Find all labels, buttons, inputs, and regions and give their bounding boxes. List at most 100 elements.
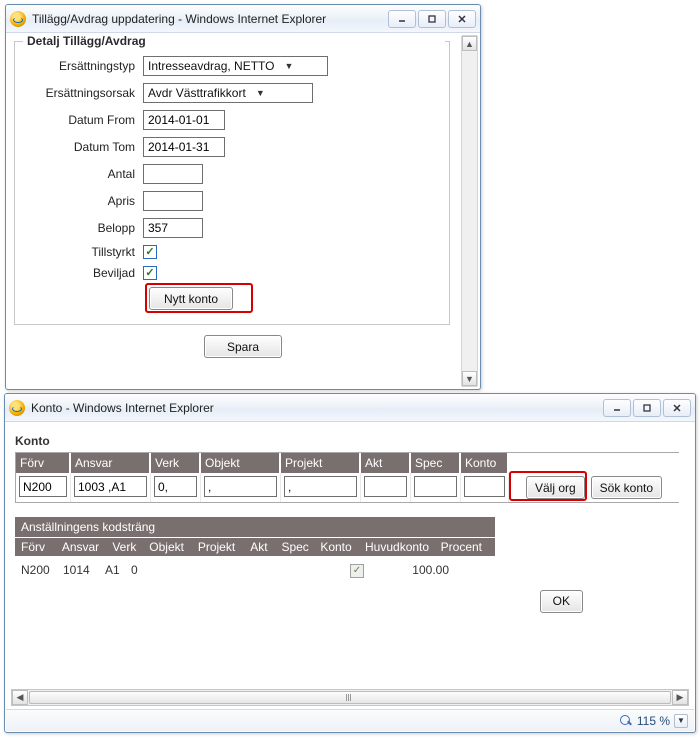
col-verk: Verk bbox=[151, 453, 201, 473]
window-tillagg-avdrag: Tillägg/Avdrag uppdatering - Windows Int… bbox=[5, 4, 481, 390]
window-title: Konto - Windows Internet Explorer bbox=[31, 401, 603, 415]
scroll-thumb[interactable] bbox=[29, 691, 671, 704]
maximize-button[interactable] bbox=[418, 10, 446, 28]
chevron-down-icon: ▼ bbox=[256, 88, 265, 98]
input-spec[interactable] bbox=[414, 476, 457, 497]
col-actions bbox=[509, 453, 679, 473]
input-datum-from[interactable] bbox=[143, 110, 225, 130]
nytt-konto-button[interactable]: Nytt konto bbox=[149, 287, 233, 310]
h-akt: Akt bbox=[250, 540, 275, 554]
close-button[interactable] bbox=[448, 10, 476, 28]
h-huvudkonto: Huvudkonto bbox=[365, 540, 435, 554]
konto-panel-title: Konto bbox=[15, 434, 695, 448]
maximize-button[interactable] bbox=[633, 399, 661, 417]
scroll-up-button[interactable]: ▲ bbox=[462, 36, 477, 51]
col-spec: Spec bbox=[411, 453, 461, 473]
select-value: Intresseavdrag, NETTO bbox=[148, 59, 275, 73]
ie-icon bbox=[9, 400, 25, 416]
chevron-down-icon: ▼ bbox=[285, 61, 294, 71]
col-akt: Akt bbox=[361, 453, 411, 473]
minimize-button[interactable] bbox=[388, 10, 416, 28]
col-objekt: Objekt bbox=[201, 453, 281, 473]
input-antal[interactable] bbox=[143, 164, 203, 184]
select-ersattningsorsak[interactable]: Avdr Västtrafikkort ▼ bbox=[143, 83, 313, 103]
label-datum-tom: Datum Tom bbox=[21, 140, 143, 154]
label-ersattningstyp: Ersättningstyp bbox=[21, 59, 143, 73]
window-konto: Konto - Windows Internet Explorer Konto … bbox=[4, 393, 696, 733]
check-icon: ✓ bbox=[145, 268, 154, 279]
label-beviljad: Beviljad bbox=[21, 266, 143, 280]
h-objekt: Objekt bbox=[149, 540, 192, 554]
minimize-button[interactable] bbox=[603, 399, 631, 417]
label-tillstyrkt: Tillstyrkt bbox=[21, 245, 143, 259]
input-datum-tom[interactable] bbox=[143, 137, 225, 157]
anst-data-row: N200 1014 A1 0 ✓ 100.00 bbox=[15, 558, 495, 582]
zoom-level: 115 % bbox=[637, 714, 670, 728]
h-projekt: Projekt bbox=[198, 540, 244, 554]
titlebar[interactable]: Tillägg/Avdrag uppdatering - Windows Int… bbox=[6, 5, 480, 33]
col-forv: Förv bbox=[16, 453, 71, 473]
scroll-right-button[interactable]: ▶ bbox=[672, 690, 688, 705]
titlebar[interactable]: Konto - Windows Internet Explorer bbox=[5, 394, 695, 422]
window-body: Konto Förv Ansvar Verk Objekt Projekt Ak… bbox=[5, 422, 695, 710]
window-controls bbox=[388, 10, 476, 28]
d-ansvar: 1014 bbox=[63, 563, 99, 577]
label-belopp: Belopp bbox=[21, 221, 143, 235]
anst-title: Anställningens kodsträng bbox=[15, 517, 495, 537]
window-controls bbox=[603, 399, 691, 417]
window-title: Tillägg/Avdrag uppdatering - Windows Int… bbox=[32, 12, 388, 26]
konto-table: Förv Ansvar Verk Objekt Projekt Akt Spec… bbox=[15, 452, 679, 503]
d-verk: A1 bbox=[105, 563, 125, 577]
input-apris[interactable] bbox=[143, 191, 203, 211]
col-projekt: Projekt bbox=[281, 453, 361, 473]
input-objekt[interactable] bbox=[204, 476, 277, 497]
d-forv: N200 bbox=[21, 563, 57, 577]
d-objekt: 0 bbox=[131, 563, 143, 577]
label-antal: Antal bbox=[21, 167, 143, 181]
scroll-left-button[interactable]: ◀ bbox=[12, 690, 28, 705]
window-body: ▲ ▼ Detalj Tillägg/Avdrag Ersättningstyp… bbox=[6, 33, 480, 389]
input-projekt[interactable] bbox=[284, 476, 357, 497]
statusbar: 115 % ▼ bbox=[6, 709, 694, 731]
check-icon: ✓ bbox=[145, 247, 154, 258]
input-ansvar[interactable] bbox=[74, 476, 147, 497]
checkbox-beviljad[interactable]: ✓ bbox=[143, 266, 157, 280]
scroll-down-button[interactable]: ▼ bbox=[462, 371, 477, 386]
detail-fieldset: Detalj Tillägg/Avdrag Ersättningstyp Int… bbox=[14, 41, 450, 325]
close-button[interactable] bbox=[663, 399, 691, 417]
valj-org-button[interactable]: Välj org bbox=[526, 476, 585, 499]
fieldset-legend: Detalj Tillägg/Avdrag bbox=[23, 34, 445, 48]
ie-icon bbox=[10, 11, 26, 27]
h-ansvar: Ansvar bbox=[62, 540, 107, 554]
select-ersattningstyp[interactable]: Intresseavdrag, NETTO ▼ bbox=[143, 56, 328, 76]
checkbox-tillstyrkt[interactable]: ✓ bbox=[143, 245, 157, 259]
label-datum-from: Datum From bbox=[21, 113, 143, 127]
sok-konto-button[interactable]: Sök konto bbox=[591, 476, 662, 499]
input-belopp[interactable] bbox=[143, 218, 203, 238]
h-konto: Konto bbox=[320, 540, 359, 554]
input-konto[interactable] bbox=[464, 476, 505, 497]
checkbox-huvudkonto[interactable]: ✓ bbox=[350, 564, 364, 578]
check-icon: ✓ bbox=[353, 565, 361, 576]
h-spec: Spec bbox=[281, 540, 314, 554]
ok-button[interactable]: OK bbox=[540, 590, 583, 613]
input-verk[interactable] bbox=[154, 476, 197, 497]
vertical-scrollbar[interactable]: ▲ ▼ bbox=[461, 35, 478, 387]
h-forv: Förv bbox=[21, 540, 56, 554]
col-konto: Konto bbox=[461, 453, 509, 473]
input-forv[interactable] bbox=[19, 476, 67, 497]
label-ersattningsorsak: Ersättningsorsak bbox=[21, 86, 143, 100]
h-verk: Verk bbox=[112, 540, 143, 554]
horizontal-scrollbar[interactable]: ◀ ▶ bbox=[11, 689, 689, 706]
anstallning-panel: Anställningens kodsträng Förv Ansvar Ver… bbox=[15, 517, 495, 582]
col-ansvar: Ansvar bbox=[71, 453, 151, 473]
zoom-dropdown[interactable]: ▼ bbox=[674, 714, 688, 728]
h-procent: Procent bbox=[441, 540, 489, 554]
select-value: Avdr Västtrafikkort bbox=[148, 86, 246, 100]
d-procent: 100.00 bbox=[399, 563, 449, 577]
label-apris: Apris bbox=[21, 194, 143, 208]
anst-header-row: Förv Ansvar Verk Objekt Projekt Akt Spec… bbox=[15, 538, 495, 556]
spara-button[interactable]: Spara bbox=[204, 335, 282, 358]
input-akt[interactable] bbox=[364, 476, 407, 497]
zoom-icon bbox=[619, 714, 633, 728]
